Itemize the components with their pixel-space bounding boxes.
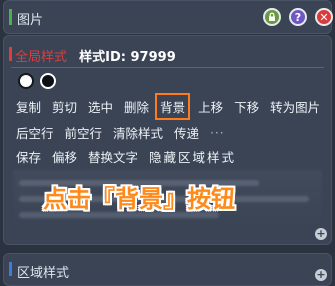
save-button[interactable]: 保存 <box>16 147 41 166</box>
clear-style-button[interactable]: 清除样式 <box>113 123 163 142</box>
pass-style-button[interactable]: 传递 <box>174 123 199 142</box>
offset-button[interactable]: 偏移 <box>52 147 77 166</box>
action-row-2: 后空行 前空行 清除样式 传递 ··· <box>16 123 225 142</box>
region-style-panel: 区域样式 + <box>3 253 332 286</box>
convert-to-image-button[interactable]: 转为图片 <box>270 97 320 116</box>
image-panel-header: 图片 ? ✕ <box>3 0 333 34</box>
plus-icon[interactable]: + <box>315 228 327 240</box>
move-down-button[interactable]: 下移 <box>234 97 259 116</box>
action-row-3: 保存 偏移 替换文字 隐藏区域样式 <box>16 147 247 166</box>
move-up-button[interactable]: 上移 <box>198 97 223 116</box>
background-button[interactable]: 背景 <box>155 93 191 120</box>
select-button[interactable]: 选中 <box>88 97 113 116</box>
cut-button[interactable]: 剪切 <box>52 97 77 116</box>
plus-icon[interactable]: + <box>315 269 327 281</box>
region-style-title: 区域样式 <box>17 266 70 281</box>
global-style-label: 全局样式 <box>15 50 68 65</box>
header-divider <box>11 67 324 68</box>
replace-text-button[interactable]: 替换文字 <box>88 147 138 166</box>
blank-line-after-button[interactable]: 后空行 <box>16 123 54 142</box>
global-accent-bar <box>9 47 12 61</box>
lock-button[interactable] <box>263 8 281 26</box>
more-actions-button[interactable]: ··· <box>210 126 224 140</box>
action-row-1: 复制 剪切 选中 删除 背景 上移 下移 转为图片 <box>16 93 331 120</box>
help-icon: ? <box>294 10 302 24</box>
delete-button[interactable]: 删除 <box>124 97 149 116</box>
help-button[interactable]: ? <box>289 8 307 26</box>
copy-button[interactable]: 复制 <box>16 97 41 116</box>
image-panel-title: 图片 <box>17 13 44 28</box>
instruction-callout: 点击『背景』按钮 <box>43 185 235 213</box>
close-button[interactable]: ✕ <box>315 8 333 26</box>
blank-line-before-button[interactable]: 前空行 <box>65 123 103 142</box>
lock-icon <box>269 12 275 21</box>
section-accent-bar <box>9 9 12 25</box>
style-id-label: 样式ID: 97999 <box>79 50 176 65</box>
style-header: 全局样式 样式ID: 97999 <box>15 46 176 65</box>
hide-region-style-button[interactable]: 隐藏区域样式 <box>149 147 236 166</box>
region-accent-bar <box>9 262 12 276</box>
close-icon: ✕ <box>319 10 329 24</box>
white-color-swatch[interactable] <box>18 73 34 89</box>
style-editor-panel: 全局样式 样式ID: 97999 复制 剪切 选中 删除 背景 上移 下移 转为… <box>3 35 332 245</box>
black-color-swatch[interactable] <box>40 73 56 89</box>
